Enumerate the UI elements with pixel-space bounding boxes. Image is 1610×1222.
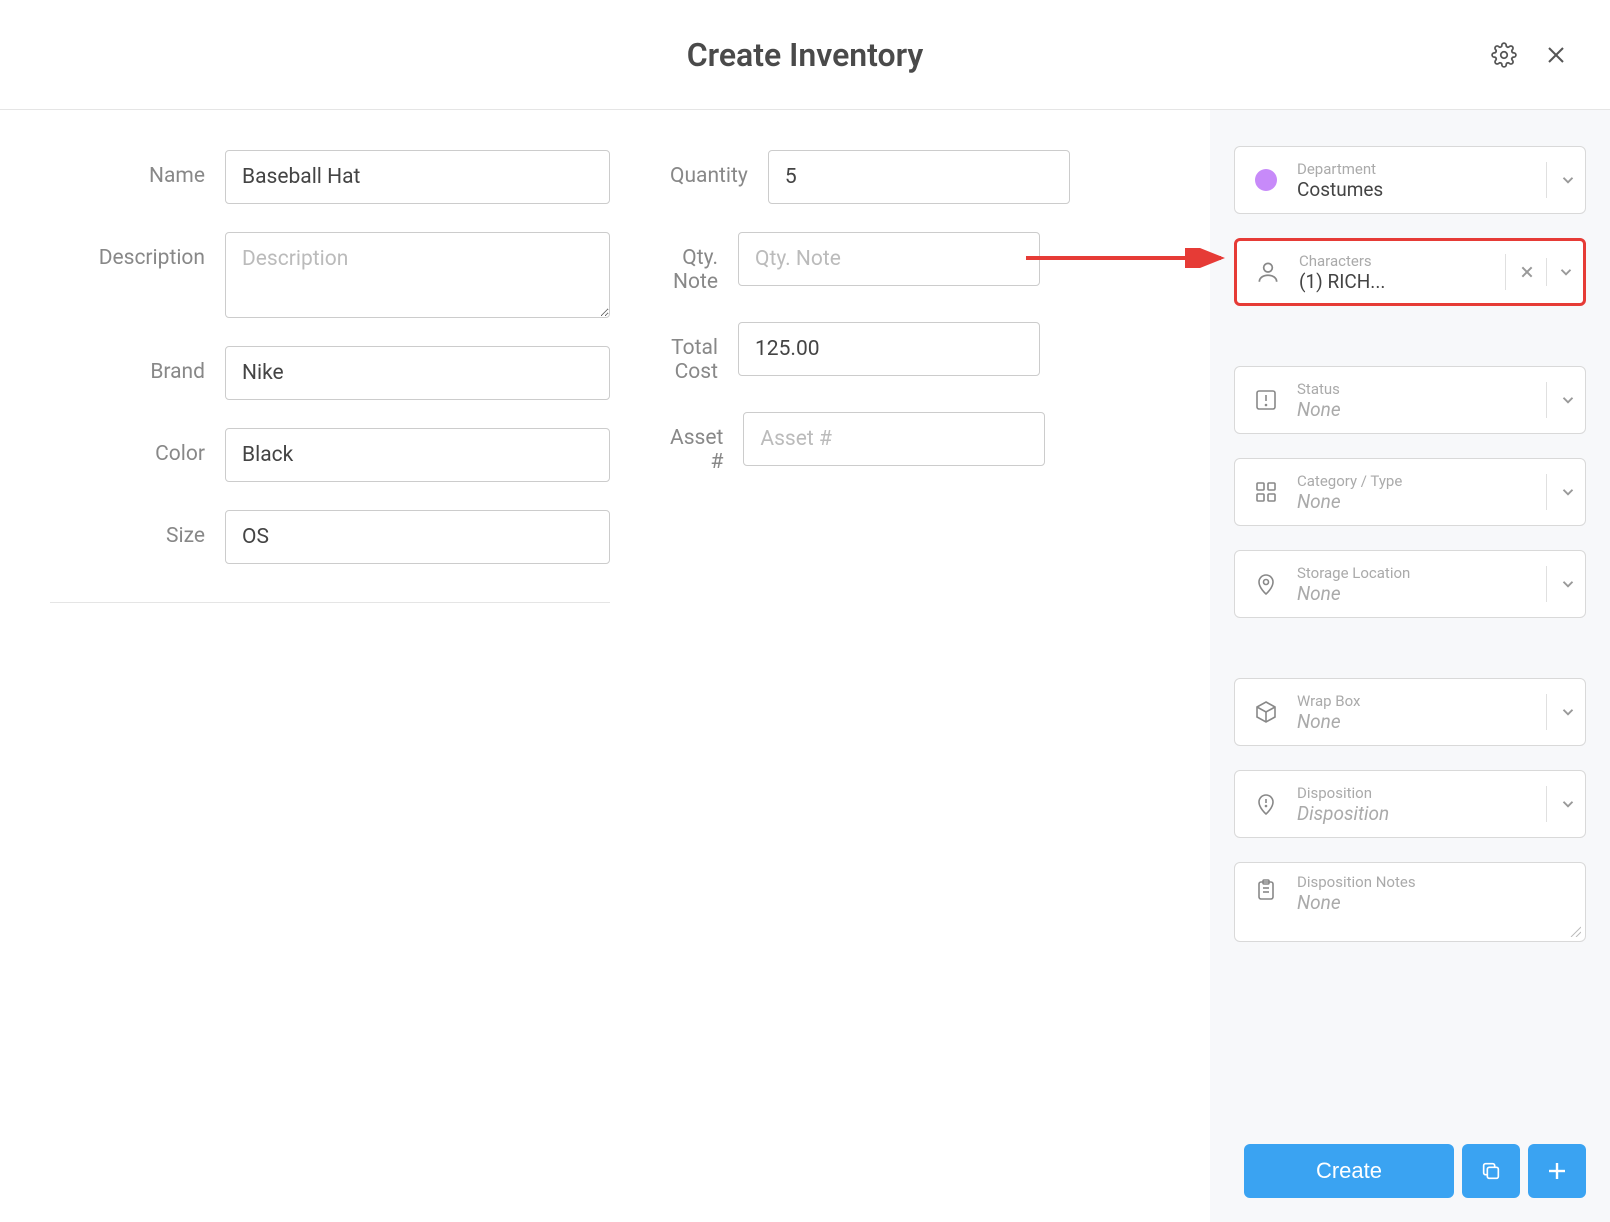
gear-icon[interactable] (1490, 41, 1518, 69)
characters-selector[interactable]: Characters (1) RICH... (1234, 238, 1586, 306)
clipboard-icon (1249, 873, 1283, 907)
chevron-down-icon[interactable] (1557, 481, 1579, 503)
qtynote-label: Qty. Note (670, 232, 718, 294)
modal-body: Name Description Brand Color Size (0, 110, 1610, 1222)
department-selector[interactable]: Department Costumes (1234, 146, 1586, 214)
wrapbox-value: None (1297, 710, 1538, 733)
asset-label: Asset # (670, 412, 723, 474)
page-title: Create Inventory (687, 36, 924, 74)
quantity-label: Quantity (670, 150, 748, 188)
color-input[interactable] (225, 428, 610, 482)
department-label: Department (1297, 160, 1538, 178)
characters-value: (1) RICH... (1299, 270, 1497, 293)
disposition-selector[interactable]: Disposition Disposition (1234, 770, 1586, 838)
category-selector[interactable]: Category / Type None (1234, 458, 1586, 526)
disposition-label: Disposition (1297, 784, 1538, 802)
form-col-right: Quantity Qty. Note Total Cost Asset # (670, 150, 1040, 1182)
size-label: Size (50, 510, 205, 548)
sidebar: Department Costumes Characters (1) RICH.… (1210, 110, 1610, 1222)
create-button[interactable]: Create (1244, 1144, 1454, 1198)
characters-label: Characters (1299, 252, 1497, 270)
wrapbox-selector[interactable]: Wrap Box None (1234, 678, 1586, 746)
form-divider (50, 602, 610, 603)
pin-alert-icon (1249, 787, 1283, 821)
resize-handle-icon[interactable] (1569, 925, 1581, 937)
brand-label: Brand (50, 346, 205, 384)
main-form: Name Description Brand Color Size (0, 110, 1210, 1222)
add-button[interactable] (1528, 1144, 1586, 1198)
alert-square-icon (1249, 383, 1283, 417)
dispnotes-label: Disposition Notes (1297, 873, 1579, 891)
department-value: Costumes (1297, 178, 1538, 201)
asset-input[interactable] (743, 412, 1045, 466)
person-icon (1251, 255, 1285, 289)
chevron-down-icon[interactable] (1557, 701, 1579, 723)
disposition-value: Disposition (1297, 802, 1538, 825)
totalcost-label: Total Cost (670, 322, 718, 384)
dispnotes-value: None (1297, 891, 1579, 914)
copy-button[interactable] (1462, 1144, 1520, 1198)
header-actions (1490, 41, 1570, 69)
map-pin-icon (1249, 567, 1283, 601)
category-label: Category / Type (1297, 472, 1538, 490)
department-dot-icon (1249, 163, 1283, 197)
status-label: Status (1297, 380, 1538, 398)
close-icon[interactable] (1542, 41, 1570, 69)
chevron-down-icon[interactable] (1557, 793, 1579, 815)
storage-selector[interactable]: Storage Location None (1234, 550, 1586, 618)
description-input[interactable] (225, 232, 610, 318)
description-label: Description (50, 232, 205, 270)
box-icon (1249, 695, 1283, 729)
name-label: Name (50, 150, 205, 188)
modal-header: Create Inventory (0, 0, 1610, 110)
totalcost-input[interactable] (738, 322, 1040, 376)
chevron-down-icon[interactable] (1557, 573, 1579, 595)
wrapbox-label: Wrap Box (1297, 692, 1538, 710)
footer-actions: Create (1244, 1144, 1586, 1198)
chevron-down-icon[interactable] (1557, 389, 1579, 411)
status-value: None (1297, 398, 1538, 421)
status-selector[interactable]: Status None (1234, 366, 1586, 434)
quantity-input[interactable] (768, 150, 1070, 204)
chevron-down-icon[interactable] (1557, 169, 1579, 191)
size-input[interactable] (225, 510, 610, 564)
form-col-left: Name Description Brand Color Size (50, 150, 610, 1182)
brand-input[interactable] (225, 346, 610, 400)
qtynote-input[interactable] (738, 232, 1040, 286)
grid-icon (1249, 475, 1283, 509)
disposition-notes[interactable]: Disposition Notes None (1234, 862, 1586, 942)
clear-icon[interactable] (1516, 261, 1538, 283)
storage-label: Storage Location (1297, 564, 1538, 582)
storage-value: None (1297, 582, 1538, 605)
name-input[interactable] (225, 150, 610, 204)
chevron-down-icon[interactable] (1555, 261, 1577, 283)
color-label: Color (50, 428, 205, 466)
category-value: None (1297, 490, 1538, 513)
